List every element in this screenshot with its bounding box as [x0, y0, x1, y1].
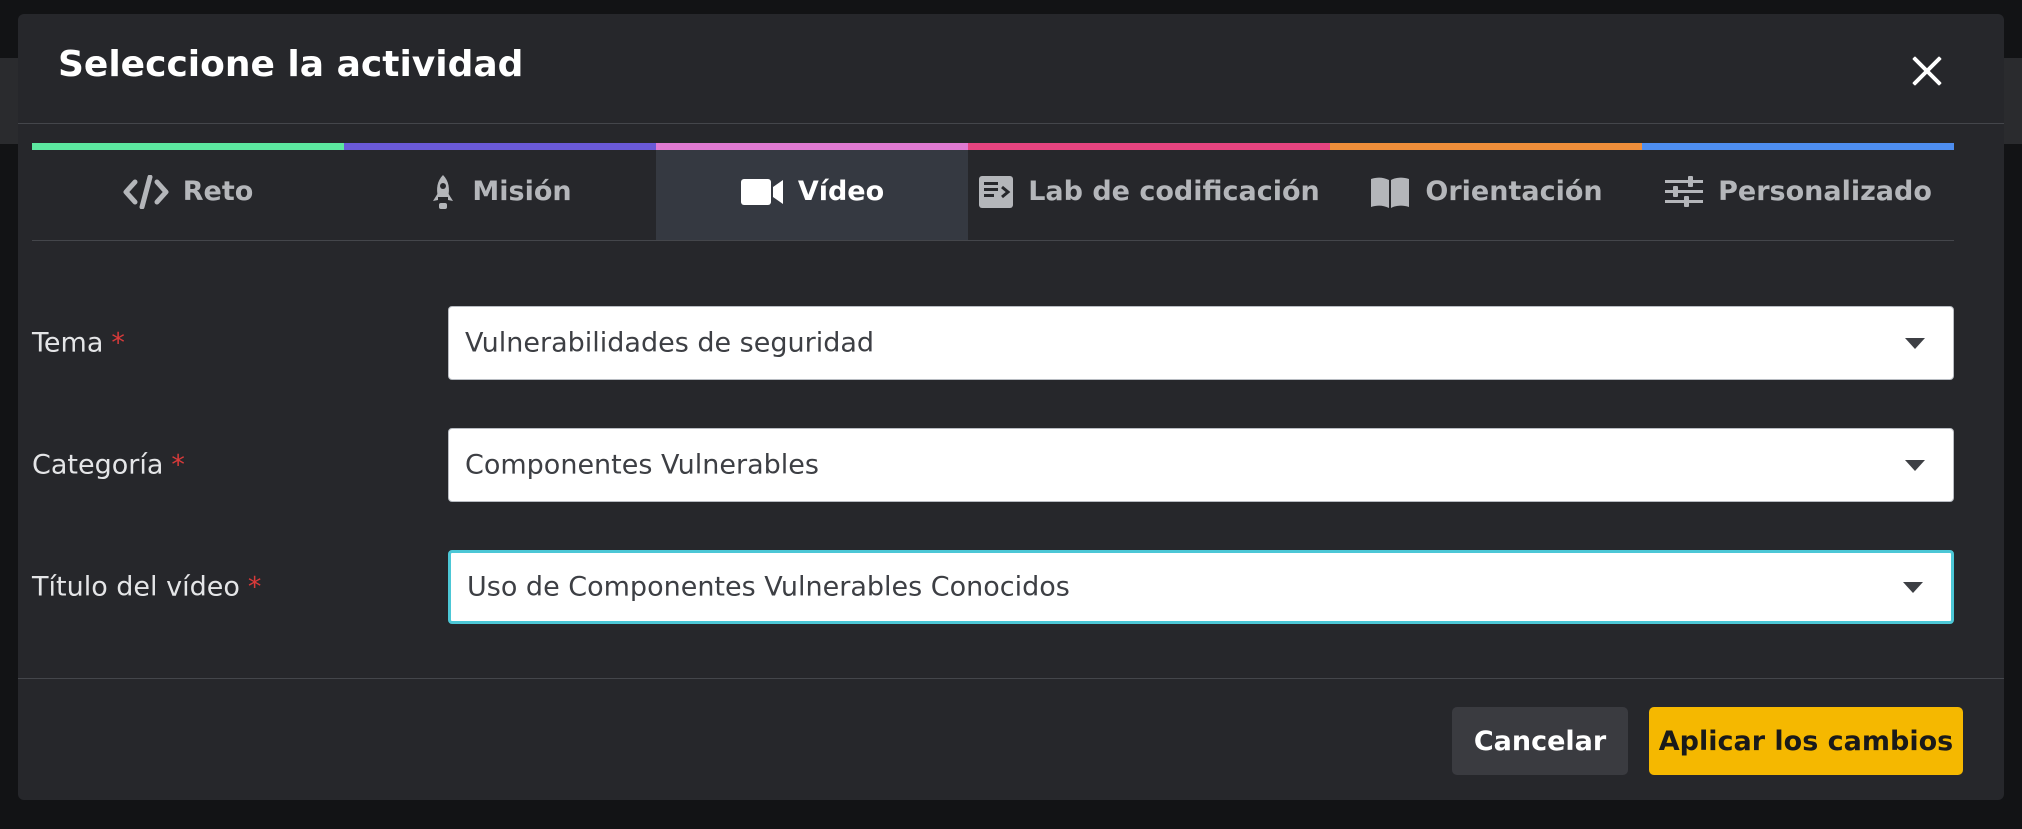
code-lab-icon	[978, 175, 1014, 209]
categoria-label-text: Categoría	[32, 449, 164, 481]
tab-reto[interactable]: Reto	[32, 143, 344, 240]
tab-color-bar	[344, 143, 656, 150]
modal-header: Seleccione la actividad	[18, 14, 2004, 124]
tab-label: Reto	[182, 176, 254, 207]
titulo-video-select[interactable]: Uso de Componentes Vulnerables Conocidos	[448, 550, 1954, 624]
tab-personalizado[interactable]: Personalizado	[1642, 143, 1954, 240]
tema-label: Tema *	[32, 328, 125, 359]
required-mark: *	[247, 571, 262, 603]
rocket-icon	[428, 173, 458, 211]
titulo-label-text: Título del vídeo	[32, 571, 240, 603]
tema-select-value: Vulnerabilidades de seguridad	[465, 327, 875, 359]
chevron-down-icon	[1905, 338, 1925, 349]
chevron-down-icon	[1905, 460, 1925, 471]
form-row-categoria: Categoría * Componentes Vulnerables	[32, 428, 1954, 502]
tab-label: Misión	[472, 176, 572, 207]
tab-color-bar	[32, 143, 344, 150]
tab-color-bar	[1330, 143, 1642, 150]
tab-label: Personalizado	[1718, 176, 1932, 207]
modal-title: Seleccione la actividad	[58, 44, 524, 85]
tema-select[interactable]: Vulnerabilidades de seguridad	[448, 306, 1954, 380]
categoria-select-value: Componentes Vulnerables	[465, 449, 819, 481]
cancel-button[interactable]: Cancelar	[1452, 707, 1628, 775]
book-icon	[1369, 175, 1411, 209]
sliders-icon	[1664, 175, 1704, 208]
tema-label-text: Tema	[32, 327, 104, 359]
tab-label: Orientación	[1425, 176, 1603, 207]
titulo-select-value: Uso de Componentes Vulnerables Conocidos	[467, 571, 1070, 603]
apply-changes-button[interactable]: Aplicar los cambios	[1649, 707, 1963, 775]
required-mark: *	[111, 327, 125, 359]
tab-lab-codificacion[interactable]: Lab de codificación	[968, 143, 1330, 240]
tab-color-bar	[968, 143, 1330, 150]
form-row-titulo: Título del vídeo * Uso de Componentes Vul…	[32, 550, 1954, 624]
code-icon	[123, 174, 169, 209]
modal-footer: Cancelar Aplicar los cambios	[18, 678, 2004, 800]
tab-label: Lab de codificación	[1028, 176, 1320, 207]
tab-color-bar	[1642, 143, 1954, 150]
form-row-tema: Tema * Vulnerabilidades de seguridad	[32, 306, 1954, 380]
activity-type-tabs: Reto Misión Vídeo Lab de codificación Or…	[32, 143, 1954, 241]
required-mark: *	[171, 449, 185, 481]
chevron-down-icon	[1903, 582, 1923, 593]
tab-color-bar	[656, 143, 968, 150]
tab-mision[interactable]: Misión	[344, 143, 656, 240]
tab-video[interactable]: Vídeo	[656, 143, 968, 240]
close-icon[interactable]	[1906, 50, 1946, 90]
video-camera-icon	[740, 177, 784, 207]
titulo-label: Título del vídeo *	[32, 572, 261, 603]
categoria-select[interactable]: Componentes Vulnerables	[448, 428, 1954, 502]
categoria-label: Categoría *	[32, 450, 185, 481]
tab-orientacion[interactable]: Orientación	[1330, 143, 1642, 240]
tab-label: Vídeo	[797, 176, 885, 207]
